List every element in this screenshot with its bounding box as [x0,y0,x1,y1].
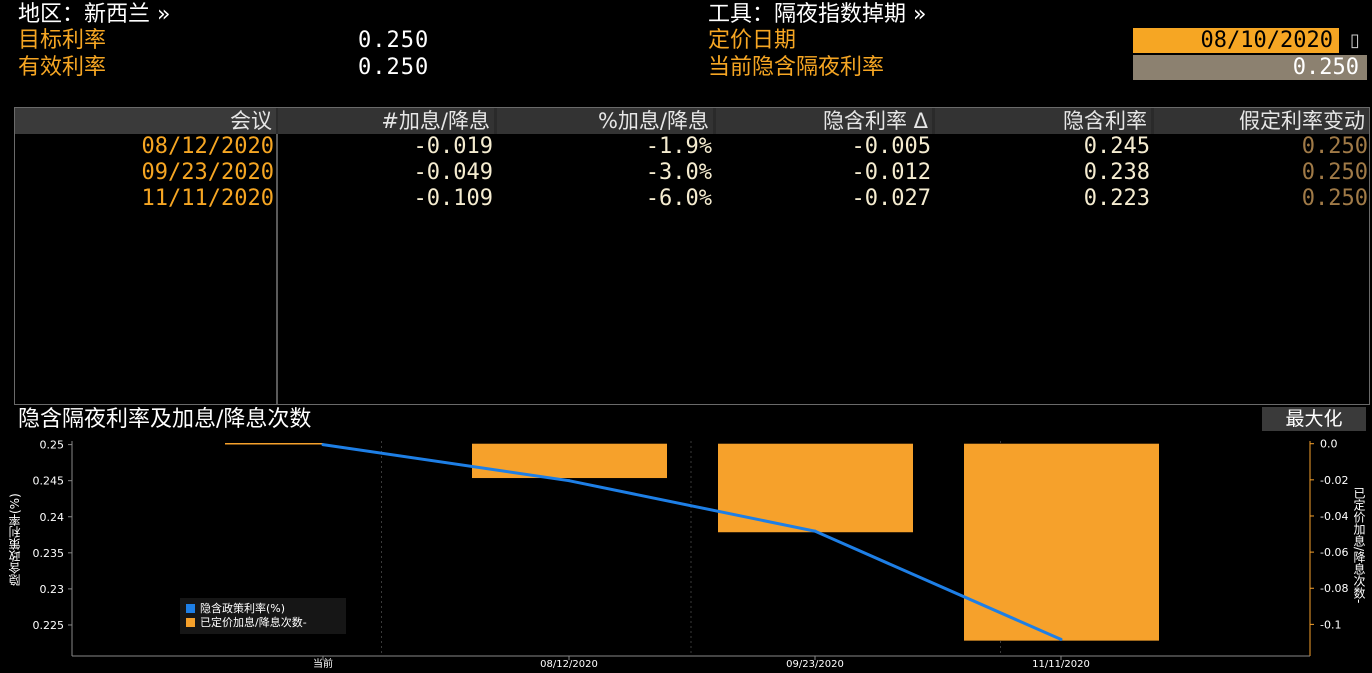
legend-item-bar: 已定价加息/降息次数- [186,616,340,630]
y-tick-label: 0.225 [33,619,65,632]
implied-delta: -0.027 [851,186,931,211]
maximize-button[interactable]: 最大化 [1262,407,1366,431]
col-hikes-count[interactable]: #加息/降息 [278,108,494,134]
tool-selector[interactable]: 工具：隔夜指数掉期 » [708,2,926,28]
x-tick-label: 11/11/2020 [1032,659,1090,670]
y2-tick-label: -0.06 [1320,546,1348,559]
hikes-count: -0.109 [413,186,493,211]
assumed-change[interactable]: 0.250 [1154,134,1368,160]
legend-swatch-line [186,604,195,613]
y2-tick-label: -0.1 [1320,618,1341,631]
hikes-count: -0.019 [413,134,493,159]
meetings-table: 会议 #加息/降息 %加息/降息 隐含利率 Δ 隐含利率 假定利率变动 08/1… [14,107,1370,405]
assumed-change[interactable]: 0.250 [1154,186,1368,212]
pricing-date-label: 定价日期 [708,28,797,53]
chart-title: 隐含隔夜利率及加息/降息次数 [18,407,312,432]
line-point [321,443,325,447]
rate-chart: 0.25 0.245 0.24 0.235 0.23 0.225 0.0 -0.02 -0.04… [33,438,1349,670]
meeting-date: 08/12/2020 [141,134,274,159]
col-assumed-change[interactable]: 假定利率变动 [1154,108,1369,134]
legend-label-line: 隐含政策利率(%) [200,602,286,615]
y-tick-label: 0.25 [40,439,65,452]
col-meeting[interactable]: 会议 [15,108,276,134]
y-tick-label: 0.24 [40,511,65,524]
implied-overnight-label: 当前隐含隔夜利率 [708,55,885,80]
implied-rate: 0.238 [1083,160,1150,185]
table-header: 会议 #加息/降息 %加息/降息 隐含利率 Δ 隐含利率 假定利率变动 [15,108,1369,134]
hikes-count: -0.049 [413,160,493,185]
left-axis-title: 隐含政策利率(%) [8,493,22,587]
region-selector[interactable]: 地区：新西兰 » [18,2,170,28]
col-implied-delta[interactable]: 隐含利率 Δ [716,108,932,134]
series-line [322,443,1062,641]
y2-tick-label: -0.02 [1320,474,1348,487]
y-tick-label: 0.23 [40,583,65,596]
target-rate-label: 目标利率 [18,28,107,53]
legend-item-line: 隐含政策利率(%) [186,602,340,616]
target-rate-value: 0.250 [358,28,430,53]
bar [472,443,667,479]
y2-tick-label: -0.04 [1320,510,1348,523]
implied-rate: 0.223 [1083,186,1150,211]
effective-rate-label: 有效利率 [18,55,107,80]
y-tick-label: 0.235 [33,547,65,560]
effective-rate-value: 0.250 [358,55,430,80]
implied-overnight-field[interactable]: 0.250 [1133,55,1367,80]
hikes-pct: -1.9% [645,134,712,159]
hikes-pct: -6.0% [645,186,712,211]
y-tick-label: 0.245 [33,475,65,488]
x-tick-label: 09/23/2020 [786,659,844,670]
legend-swatch-bar [186,618,195,627]
meeting-date: 09/23/2020 [141,160,274,185]
legend-label-bar: 已定价加息/降息次数- [200,616,307,629]
implied-delta: -0.012 [851,160,931,185]
line-point [1059,637,1063,641]
x-tick-label: 08/12/2020 [540,659,598,670]
line-point [813,529,817,533]
line-point [567,479,571,483]
calendar-icon[interactable]: ▯ [1343,28,1367,53]
pricing-date-field[interactable]: 08/10/2020 [1133,28,1339,53]
assumed-change[interactable]: 0.250 [1154,160,1368,186]
x-tick-label: 当前 [313,657,333,670]
hikes-pct: -3.0% [645,160,712,185]
meeting-date: 11/11/2020 [141,186,274,211]
bar [718,443,913,533]
col-implied-rate[interactable]: 隐含利率 [935,108,1151,134]
right-axis-title: 已定价加息/降息次数- [1352,486,1366,604]
y2-tick-label: 0.0 [1320,438,1338,451]
implied-rate: 0.245 [1083,134,1150,159]
y2-tick-label: -0.08 [1320,582,1348,595]
implied-delta: -0.005 [851,134,931,159]
chart-legend: 隐含政策利率(%) 已定价加息/降息次数- [180,598,346,634]
col-hikes-pct[interactable]: %加息/降息 [497,108,713,134]
